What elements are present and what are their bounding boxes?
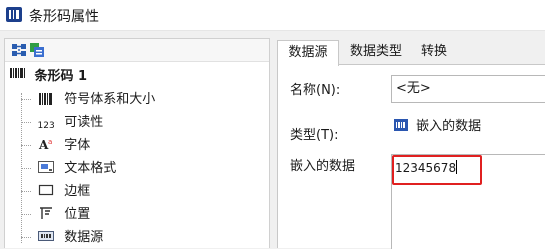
tree-item-label: 位置 <box>64 207 91 222</box>
data-source-icon <box>37 229 55 243</box>
readability-123-icon: 123 <box>37 121 55 131</box>
svg-text:a: a <box>48 138 52 146</box>
tree-panel: 条形码 1 符号体系和大小 123 可读性 A a 字体 文本格式 边框 位置 … <box>4 38 270 248</box>
tree-item-label: 符号体系和大小 <box>64 92 156 107</box>
tree-item-data-source[interactable]: 数据源 <box>21 227 103 249</box>
window-title: 条形码属性 <box>29 9 99 25</box>
tree-item-font[interactable]: A a 字体 <box>21 135 90 157</box>
barcode-bars-icon <box>37 93 55 107</box>
tab-transform[interactable]: 转换 <box>414 40 454 64</box>
tree-item-readability[interactable]: 123 可读性 <box>21 112 103 134</box>
border-icon <box>37 183 55 197</box>
tree-item-label: 字体 <box>64 138 91 153</box>
tree-toolbar <box>5 39 269 62</box>
font-icon: A a <box>37 137 55 152</box>
name-value: <无> <box>396 81 431 96</box>
name-label: 名称(N): <box>290 83 341 98</box>
tree-item-label: 数据源 <box>64 230 104 245</box>
highlight-box <box>392 155 482 185</box>
type-field[interactable]: 嵌入的数据 <box>391 114 545 140</box>
tab-data-type[interactable]: 数据类型 <box>340 40 412 64</box>
barcode-icon <box>9 68 27 82</box>
tree-root-barcode[interactable]: 条形码 1 <box>9 66 87 88</box>
tree-item-label: 可读性 <box>64 115 104 130</box>
embedded-data-icon <box>394 115 408 131</box>
tab-data-source[interactable]: 数据源 <box>277 40 339 66</box>
tree-item-symbology[interactable]: 符号体系和大小 <box>21 89 155 111</box>
text-format-icon <box>37 160 55 174</box>
embedded-data-label: 嵌入的数据 <box>290 159 356 174</box>
type-value: 嵌入的数据 <box>416 119 482 134</box>
barcode-properties-icon <box>6 7 22 22</box>
position-icon <box>37 206 55 220</box>
name-field[interactable]: <无> <box>391 75 545 103</box>
tree-collapse-icon[interactable] <box>29 42 45 58</box>
tree-item-label: 文本格式 <box>64 161 117 176</box>
type-label: 类型(T): <box>290 128 339 143</box>
data-source-panel: 名称(N): <无> 类型(T): 嵌入的数据 嵌入的数据 12345678 <box>277 64 545 249</box>
tree-item-border[interactable]: 边框 <box>21 181 90 203</box>
title-bar: 条形码属性 <box>0 0 545 31</box>
tree-item-position[interactable]: 位置 <box>21 204 90 226</box>
tree-root-label: 条形码 1 <box>34 69 88 84</box>
tree-item-label: 边框 <box>64 184 91 199</box>
tree-expand-icon[interactable] <box>11 42 27 58</box>
tree-item-text-format[interactable]: 文本格式 <box>21 158 116 180</box>
